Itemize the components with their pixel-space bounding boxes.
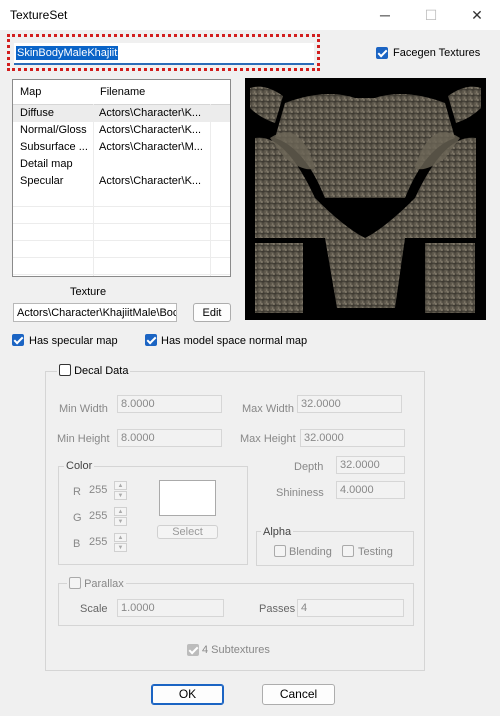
maximize-icon: ☐	[424, 6, 438, 23]
spin-up-icon: ▲	[114, 507, 127, 516]
color-group	[58, 466, 248, 565]
color-legend: Color	[64, 460, 95, 472]
maximize-button: ☐	[408, 0, 454, 30]
min-height-field: 8.0000	[117, 429, 222, 447]
list-item[interactable]: Detail map	[13, 156, 230, 173]
decal-legend: Decal Data	[57, 364, 131, 377]
texture-preview	[245, 78, 486, 320]
depth-field: 32.0000	[336, 456, 405, 474]
list-item[interactable]: Diffuse Actors\Character\K...	[13, 105, 230, 122]
parallax-label: Parallax	[84, 578, 124, 590]
passes-field: 4	[297, 599, 404, 617]
color-swatch	[159, 480, 216, 516]
passes-label: Passes	[259, 603, 296, 615]
r-label: R	[73, 486, 81, 498]
min-height-label: Min Height	[57, 433, 110, 445]
has-specular-checkbox[interactable]	[12, 334, 24, 346]
testing-checkbox	[342, 545, 354, 557]
map-list[interactable]: Map Filename Diffuse Actors\Character\K.…	[12, 79, 231, 277]
testing-label: Testing	[358, 546, 393, 558]
g-spinner: 255 ▲ ▼	[89, 507, 129, 527]
min-width-field: 8.0000	[117, 395, 222, 413]
close-button[interactable]: ✕	[454, 0, 500, 30]
texture-path-field[interactable]: Actors\Character\KhajiitMale\Boc	[13, 303, 177, 322]
editor-id-input[interactable]: SkinBodyMaleKhajiit	[14, 43, 314, 65]
b-spinner: 255 ▲ ▼	[89, 533, 129, 553]
texture-label: Texture	[70, 286, 107, 298]
parallax-checkbox	[69, 577, 81, 589]
spin-down-icon: ▼	[114, 491, 127, 500]
minimize-icon: ─	[380, 7, 390, 23]
column-map[interactable]: Map	[20, 86, 41, 98]
select-color-button: Select	[157, 525, 218, 539]
has-model-space-checkbox[interactable]	[145, 334, 157, 346]
decal-checkbox[interactable]	[59, 364, 71, 376]
g-label: G	[73, 512, 82, 524]
depth-label: Depth	[294, 461, 324, 473]
minimize-button[interactable]: ─	[362, 0, 408, 30]
decal-label: Decal Data	[74, 365, 129, 377]
max-width-field: 32.0000	[297, 395, 402, 413]
window-title: TextureSet	[10, 8, 68, 22]
alpha-legend: Alpha	[261, 526, 294, 538]
column-filename[interactable]: Filename	[100, 86, 145, 98]
max-height-field: 32.0000	[300, 429, 405, 447]
cancel-button[interactable]: Cancel	[262, 684, 335, 705]
list-item[interactable]: Normal/Gloss Actors\Character\K...	[13, 122, 230, 139]
has-specular-label: Has specular map	[29, 335, 118, 347]
facegen-label: Facegen Textures	[393, 47, 481, 59]
edit-button[interactable]: Edit	[193, 303, 231, 322]
close-icon: ✕	[471, 6, 483, 23]
has-model-space-label: Has model space normal map	[161, 335, 308, 347]
r-spinner: 255 ▲ ▼	[89, 481, 129, 501]
spin-up-icon: ▲	[114, 481, 127, 490]
scale-field: 1.0000	[117, 599, 224, 617]
min-width-label: Min Width	[59, 403, 108, 415]
facegen-checkbox[interactable]	[376, 47, 388, 59]
map-list-header: Map Filename	[13, 80, 230, 105]
spin-up-icon: ▲	[114, 533, 127, 542]
list-item[interactable]: Subsurface ... Actors\Character\M...	[13, 139, 230, 156]
shininess-label: Shininess	[276, 487, 324, 499]
max-height-label: Max Height	[240, 433, 296, 445]
editor-id-text: SkinBodyMaleKhajiit	[16, 46, 119, 60]
texture-path-text: Actors\Character\KhajiitMale\Boc	[17, 307, 177, 319]
parallax-legend: Parallax	[67, 577, 126, 590]
subtextures-checkbox	[187, 644, 199, 656]
scale-label: Scale	[80, 603, 108, 615]
subtextures-label: 4 Subtextures	[202, 644, 270, 656]
blending-label: Blending	[289, 546, 332, 558]
max-width-label: Max Width	[242, 403, 294, 415]
blending-checkbox	[274, 545, 286, 557]
b-label: B	[73, 538, 81, 550]
title-bar: TextureSet ─ ☐ ✕	[0, 0, 500, 30]
shininess-field: 4.0000	[336, 481, 405, 499]
spin-down-icon: ▼	[114, 517, 127, 526]
list-item[interactable]: Specular Actors\Character\K...	[13, 173, 230, 190]
ok-button[interactable]: OK	[151, 684, 224, 705]
spin-down-icon: ▼	[114, 543, 127, 552]
